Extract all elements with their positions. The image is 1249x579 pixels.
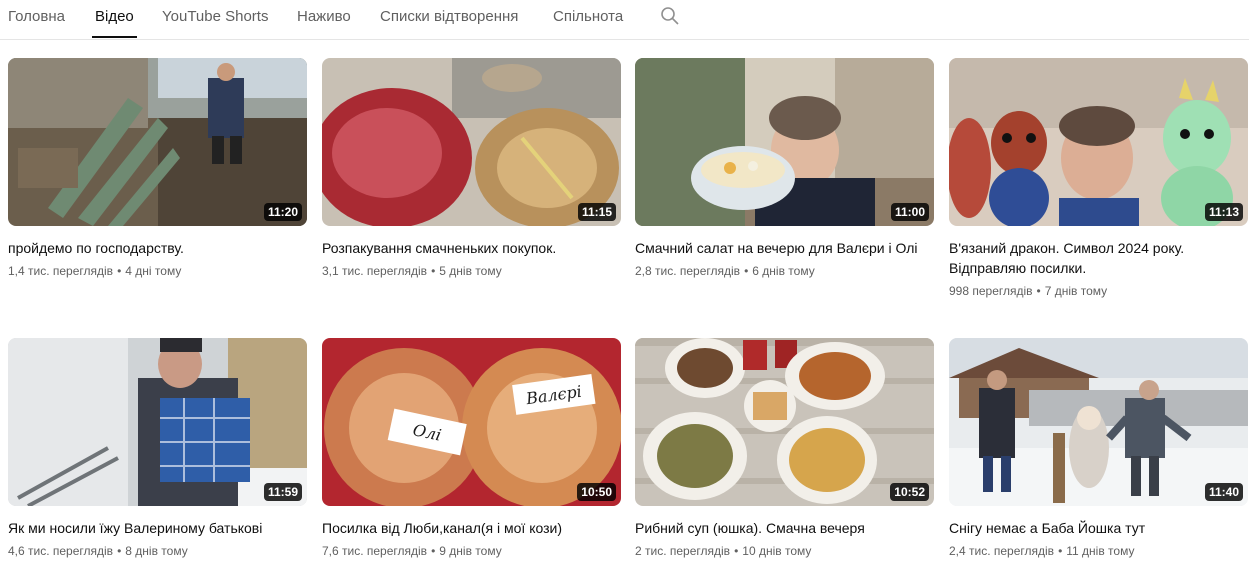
video-title[interactable]: Смачний салат на вечерю для Валєри і Олі <box>635 238 934 258</box>
upload-age: 8 днів тому <box>125 544 188 558</box>
upload-age: 10 днів тому <box>742 544 812 558</box>
video-thumbnail[interactable]: Олі Валєрі 10:50 <box>322 338 621 506</box>
video-title[interactable]: В'язаний дракон. Символ 2024 року. Відпр… <box>949 238 1248 278</box>
tab-live[interactable]: Наживо <box>297 8 351 38</box>
video-duration: 11:15 <box>577 203 616 221</box>
video-duration: 11:00 <box>890 203 929 221</box>
view-count: 7,6 тис. переглядів <box>322 544 428 558</box>
tab-videos[interactable]: Відео <box>92 8 137 38</box>
video-duration: 10:50 <box>577 483 616 501</box>
video-duration: 10:52 <box>890 483 929 501</box>
channel-tabs: Головна Відео YouTube Shorts Наживо Спис… <box>0 0 1249 40</box>
video-meta: 7,6 тис. переглядів • 9 днів тому <box>322 544 502 558</box>
video-meta: 1,4 тис. переглядів • 4 дні тому <box>8 264 182 278</box>
video-title[interactable]: Посилка від Люби,канал(я і мої кози) <box>322 518 621 538</box>
video-title[interactable]: Як ми носили їжу Валериному батькові <box>8 518 307 538</box>
video-meta: 2,8 тис. переглядів • 6 днів тому <box>635 264 815 278</box>
video-card[interactable]: 11:59 Як ми носили їжу Валериному батько… <box>8 338 307 560</box>
video-duration: 11:40 <box>1204 483 1243 501</box>
video-duration: 11:13 <box>1204 203 1243 221</box>
upload-age: 5 днів тому <box>439 264 502 278</box>
search-icon[interactable] <box>660 6 680 26</box>
upload-age: 4 дні тому <box>125 264 182 278</box>
video-thumbnail[interactable]: 11:00 <box>635 58 934 226</box>
video-card[interactable]: 10:52 Рибний суп (юшка). Смачна вечеря 2… <box>635 338 934 560</box>
tab-home[interactable]: Головна <box>8 8 65 38</box>
upload-age: 6 днів тому <box>752 264 815 278</box>
tab-playlists[interactable]: Списки відтворення <box>380 8 518 38</box>
video-card[interactable]: 11:20 пройдемо по господарству. 1,4 тис.… <box>8 58 307 280</box>
view-count: 3,1 тис. переглядів <box>322 264 428 278</box>
view-count: 4,6 тис. переглядів <box>8 544 114 558</box>
upload-age: 7 днів тому <box>1044 284 1108 298</box>
video-thumbnail[interactable]: 11:20 <box>8 58 307 226</box>
video-card[interactable]: 11:13 В'язаний дракон. Символ 2024 року.… <box>949 58 1248 300</box>
video-card[interactable]: 11:00 Смачний салат на вечерю для Валєри… <box>635 58 934 280</box>
video-meta: 998 переглядів • 7 днів тому <box>949 284 1108 298</box>
video-title[interactable]: Розпакування смачненьких покупок. <box>322 238 621 258</box>
video-card[interactable]: 11:40 Снігу немає а Баба Йошка тут 2,4 т… <box>949 338 1248 560</box>
video-meta: 4,6 тис. переглядів • 8 днів тому <box>8 544 188 558</box>
view-count: 1,4 тис. переглядів <box>8 264 114 278</box>
upload-age: 11 днів тому <box>1066 544 1135 558</box>
video-thumbnail[interactable]: 10:52 <box>635 338 934 506</box>
view-count: 2 тис. переглядів <box>635 544 731 558</box>
tab-community[interactable]: Спільнота <box>553 8 623 38</box>
video-thumbnail[interactable]: 11:59 <box>8 338 307 506</box>
video-title[interactable]: Снігу немає а Баба Йошка тут <box>949 518 1248 538</box>
video-duration: 11:59 <box>263 483 302 501</box>
view-count: 2,4 тис. переглядів <box>949 544 1055 558</box>
video-card[interactable]: Олі Валєрі 10:50 Посилка від Люби,канал(… <box>322 338 621 560</box>
video-card[interactable]: 11:15 Розпакування смачненьких покупок. … <box>322 58 621 280</box>
view-count: 998 переглядів <box>949 284 1033 298</box>
video-meta: 3,1 тис. переглядів • 5 днів тому <box>322 264 502 278</box>
video-thumbnail[interactable]: 11:40 <box>949 338 1248 506</box>
video-meta: 2 тис. переглядів • 10 днів тому <box>635 544 812 558</box>
video-title[interactable]: пройдемо по господарству. <box>8 238 307 258</box>
video-thumbnail[interactable]: 11:13 <box>949 58 1248 226</box>
upload-age: 9 днів тому <box>439 544 502 558</box>
video-title[interactable]: Рибний суп (юшка). Смачна вечеря <box>635 518 934 538</box>
video-duration: 11:20 <box>263 203 302 221</box>
tab-shorts[interactable]: YouTube Shorts <box>162 8 268 38</box>
view-count: 2,8 тис. переглядів <box>635 264 741 278</box>
video-thumbnail[interactable]: 11:15 <box>322 58 621 226</box>
video-meta: 2,4 тис. переглядів • 11 днів тому <box>949 544 1135 558</box>
